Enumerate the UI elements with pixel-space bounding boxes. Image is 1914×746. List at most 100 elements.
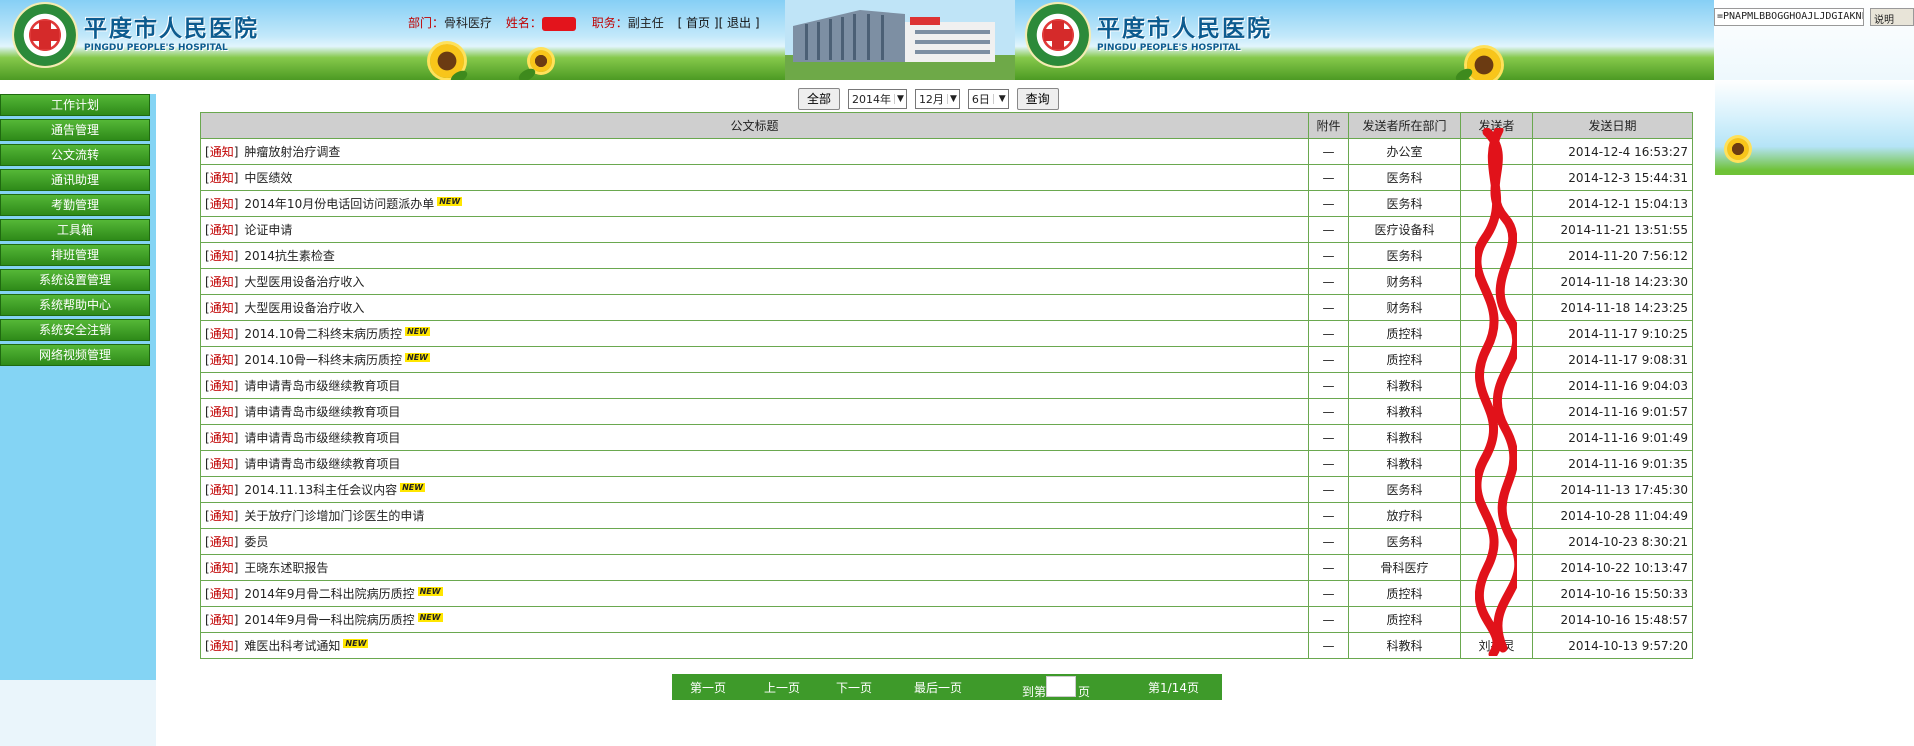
notice-tag: [通知] — [205, 509, 239, 523]
sidebar-item[interactable]: 工具箱 — [0, 219, 150, 241]
document-title-link[interactable]: 请申请青岛市级继续教育项目 — [244, 405, 400, 419]
prev-page-link[interactable]: 上一页 — [764, 679, 800, 696]
next-page-link[interactable]: 下一页 — [836, 679, 872, 696]
new-badge: NEW — [405, 327, 430, 336]
date-cell: 2014-11-16 9:01:57 — [1532, 398, 1693, 425]
table-row[interactable]: [通知] 2014.10骨一科终末病历质控 NEW — 质控科 2014-11-17 9:… — [200, 346, 1693, 373]
attachment-cell: — — [1308, 580, 1349, 607]
table-row[interactable]: [通知] 论证申请 — 医疗设备科 2014-11-21 13:51:55 — [200, 216, 1693, 243]
exit-link[interactable]: [ 退出 ] — [719, 16, 760, 30]
table-row[interactable]: [通知] 王晓东述职报告 — 骨科医疗 2014-10-22 10:13:47 — [200, 554, 1693, 581]
title-cell: [通知] 委员 — [200, 528, 1309, 555]
table-row[interactable]: [通知] 关于放疗门诊增加门诊医生的申请 — 放疗科 2014-10-28 11:04:… — [200, 502, 1693, 529]
attachment-cell: — — [1308, 216, 1349, 243]
sidebar-item[interactable]: 工作计划 — [0, 94, 150, 116]
page-number-input[interactable] — [1046, 676, 1076, 697]
table-row[interactable]: [通知] 请申请青岛市级继续教育项目 — 科教科 2014-11-16 9:01:57 — [200, 398, 1693, 425]
date-cell: 2014-11-16 9:01:49 — [1532, 424, 1693, 451]
document-title-link[interactable]: 大型医用设备治疗收入 — [244, 275, 364, 289]
notice-tag: [通知] — [205, 223, 239, 237]
table-row[interactable]: [通知] 难医出科考试通知 NEW — 科教科 刘振灵 2014-10-13 9:57:20 — [200, 632, 1693, 659]
sidebar-item[interactable]: 通告管理 — [0, 119, 150, 141]
day-select[interactable]: 6日 ▼ — [967, 89, 1009, 109]
sidebar-item[interactable]: 排班管理 — [0, 244, 150, 266]
first-page-link[interactable]: 第一页 — [690, 679, 726, 696]
document-title-link[interactable]: 王晓东述职报告 — [244, 561, 328, 575]
document-title-link[interactable]: 2014.10骨一科终末病历质控 — [244, 353, 402, 367]
table-row[interactable]: [通知] 大型医用设备治疗收入 — 财务科 2014-11-18 14:23:25 — [200, 294, 1693, 321]
hospital-emblem-icon — [12, 2, 78, 68]
sender-cell — [1460, 346, 1533, 373]
home-link[interactable]: [ 首页 ] — [678, 16, 719, 30]
document-title-link[interactable]: 2014.11.13科主任会议内容 — [244, 483, 397, 497]
code-button[interactable]: 说明 — [1870, 8, 1914, 26]
title-cell: [通知] 请申请青岛市级继续教育项目 — [200, 398, 1309, 425]
document-title-link[interactable]: 论证申请 — [244, 223, 292, 237]
table-row[interactable]: [通知] 请申请青岛市级继续教育项目 — 科教科 2014-11-16 9:04:03 — [200, 372, 1693, 399]
sidebar-item[interactable]: 系统设置管理 — [0, 269, 150, 291]
notice-tag: [通知] — [205, 275, 239, 289]
dept-cell: 医务科 — [1348, 528, 1461, 555]
dept-cell: 办公室 — [1348, 138, 1461, 165]
month-select[interactable]: 12月 ▼ — [914, 89, 960, 109]
date-cell: 2014-10-16 15:50:33 — [1532, 580, 1693, 607]
notice-tag: [通知] — [205, 327, 239, 341]
attachment-cell: — — [1308, 424, 1349, 451]
hospital-emblem-icon — [1025, 2, 1091, 68]
notice-tag: [通知] — [205, 561, 239, 575]
query-button[interactable]: 查询 — [1016, 88, 1059, 110]
sidebar-item[interactable]: 公文流转 — [0, 144, 150, 166]
table-row[interactable]: [通知] 肿瘤放射治疗调查 — 办公室 2014-12-4 16:53:27 — [200, 138, 1693, 165]
document-title-link[interactable]: 委员 — [244, 535, 268, 549]
table-row[interactable]: [通知] 委员 — 医务科 2014-10-23 8:30:21 — [200, 528, 1693, 555]
notice-tag: [通知] — [205, 379, 239, 393]
attachment-cell: — — [1308, 632, 1349, 659]
notice-tag: [通知] — [205, 639, 239, 653]
table-row[interactable]: [通知] 2014年9月骨二科出院病历质控 NEW — 质控科 2014-10-16 15… — [200, 580, 1693, 607]
year-select[interactable]: 2014年 ▼ — [848, 89, 907, 109]
hospital-name-repeat: 平度市人民医院 — [1097, 15, 1272, 42]
document-title-link[interactable]: 2014.10骨二科终末病历质控 — [244, 327, 402, 341]
document-title-link[interactable]: 2014抗生素检查 — [244, 249, 335, 263]
document-title-link[interactable]: 2014年9月骨二科出院病历质控 — [244, 587, 414, 601]
title-cell: [通知] 2014年9月骨二科出院病历质控 NEW — [200, 580, 1309, 607]
last-page-link[interactable]: 最后一页 — [914, 679, 962, 696]
new-badge: NEW — [437, 197, 463, 206]
document-title-link[interactable]: 请申请青岛市级继续教育项目 — [244, 431, 400, 445]
table-row[interactable]: [通知] 2014年10月份电话回访问题派办单 NEW — 医务科 2014-12-1 1… — [200, 190, 1693, 217]
sender-cell — [1460, 164, 1533, 191]
attachment-cell: — — [1308, 398, 1349, 425]
document-title-link[interactable]: 请申请青岛市级继续教育项目 — [244, 379, 400, 393]
table-row[interactable]: [通知] 2014年9月骨一科出院病历质控 NEW — 质控科 2014-10-16 15… — [200, 606, 1693, 633]
table-row[interactable]: [通知] 请申请青岛市级继续教育项目 — 科教科 2014-11-16 9:01:35 — [200, 450, 1693, 477]
filter-bar: 全部 2014年 ▼ 12月 ▼ 6日 ▼ 查询 — [798, 88, 1059, 110]
table-row[interactable]: [通知] 2014抗生素检查 — 医务科 2014-11-20 7:56:12 — [200, 242, 1693, 269]
table-row[interactable]: [通知] 2014.10骨二科终末病历质控 NEW — 质控科 2014-11-17 9:… — [200, 320, 1693, 347]
dept-cell: 放疗科 — [1348, 502, 1461, 529]
sidebar-item[interactable]: 通讯助理 — [0, 169, 150, 191]
table-row[interactable]: [通知] 请申请青岛市级继续教育项目 — 科教科 2014-11-16 9:01:49 — [200, 424, 1693, 451]
hospital-name: 平度市人民医院 — [84, 15, 259, 42]
sidebar-item[interactable]: 考勤管理 — [0, 194, 150, 216]
code-display[interactable]: =PNAPMLBBOGGHOAJLJDGIAKNF — [1714, 8, 1864, 26]
sender-cell — [1460, 528, 1533, 555]
document-title-link[interactable]: 请申请青岛市级继续教育项目 — [244, 457, 400, 471]
sunflower-icon — [1467, 48, 1501, 80]
table-row[interactable]: [通知] 2014.11.13科主任会议内容 NEW — 医务科 2014-11-13 1… — [200, 476, 1693, 503]
document-title-link[interactable]: 关于放疗门诊增加门诊医生的申请 — [244, 509, 424, 523]
attachment-cell: — — [1308, 242, 1349, 269]
all-button[interactable]: 全部 — [798, 88, 841, 110]
document-title-link[interactable]: 肿瘤放射治疗调查 — [244, 145, 340, 159]
document-title-link[interactable]: 中医绩效 — [244, 171, 292, 185]
table-row[interactable]: [通知] 中医绩效 — 医务科 2014-12-3 15:44:31 — [200, 164, 1693, 191]
sidebar-item[interactable]: 网络视频管理 — [0, 344, 150, 366]
sender-cell — [1460, 242, 1533, 269]
date-cell: 2014-11-17 9:08:31 — [1532, 346, 1693, 373]
sidebar-item[interactable]: 系统安全注销 — [0, 319, 150, 341]
document-title-link[interactable]: 2014年10月份电话回访问题派办单 — [244, 197, 434, 211]
document-title-link[interactable]: 2014年9月骨一科出院病历质控 — [244, 613, 414, 627]
document-title-link[interactable]: 大型医用设备治疗收入 — [244, 301, 364, 315]
sidebar-item[interactable]: 系统帮助中心 — [0, 294, 150, 316]
document-title-link[interactable]: 难医出科考试通知 — [244, 639, 340, 653]
table-row[interactable]: [通知] 大型医用设备治疗收入 — 财务科 2014-11-18 14:23:30 — [200, 268, 1693, 295]
